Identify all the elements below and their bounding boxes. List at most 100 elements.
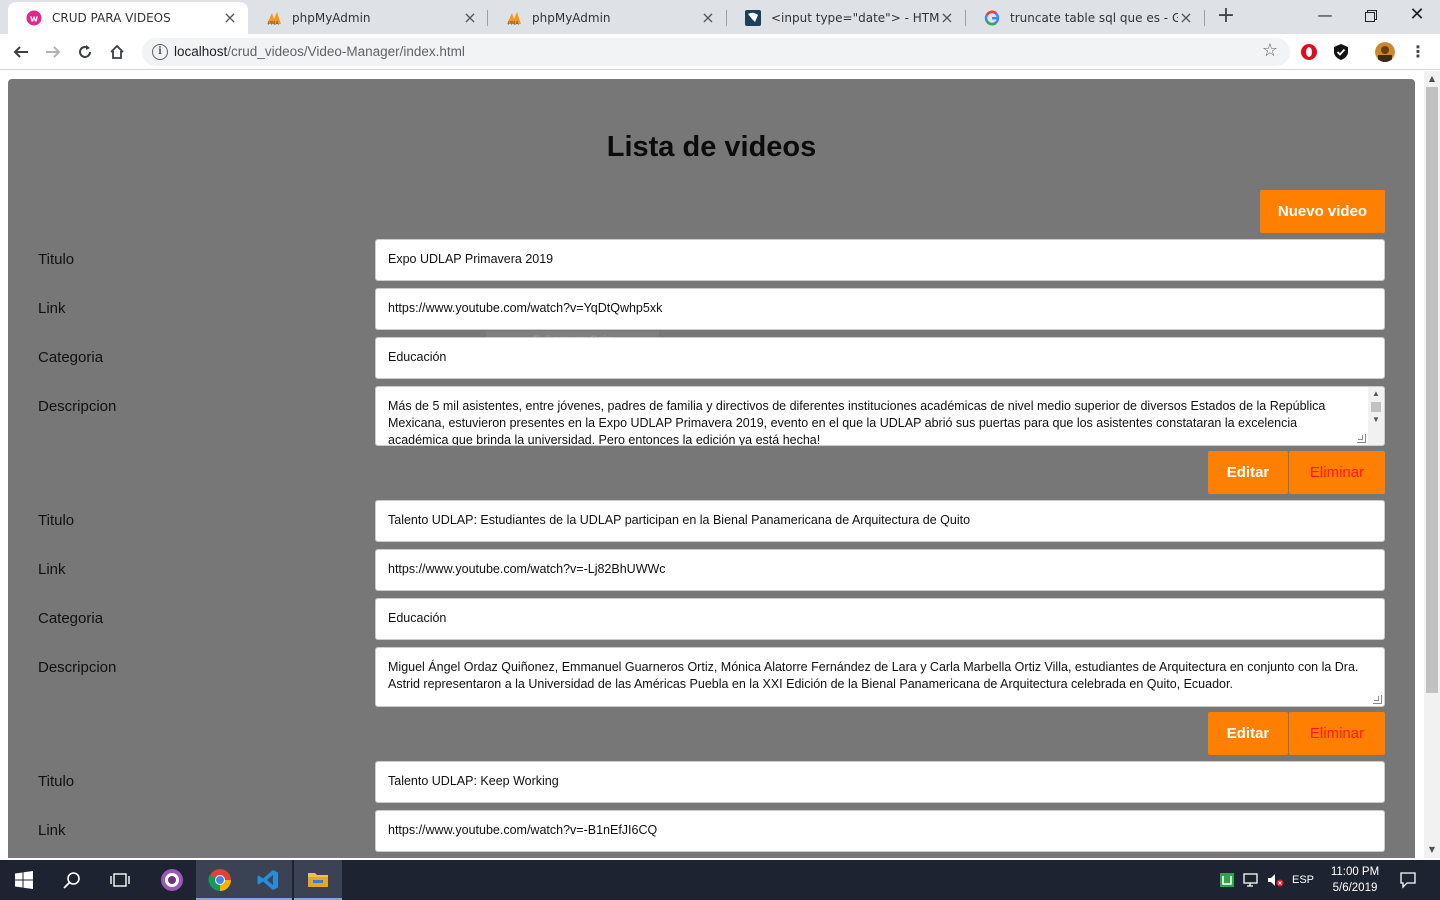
shield-extension-icon[interactable]	[1331, 42, 1351, 62]
browser-tab-strip: w CRUD PARA VIDEOS × PMA phpMyAdmin × PM…	[0, 0, 1440, 34]
tab-mdn-date-input[interactable]: <input type="date"> - HTML: Hy ×	[727, 2, 965, 34]
new-video-button[interactable]: Nuevo video	[1260, 190, 1385, 233]
tab-close-icon[interactable]: ×	[1178, 10, 1194, 26]
scroll-up-arrow-icon[interactable]: ▲	[1368, 387, 1384, 401]
tab-crud-videos[interactable]: w CRUD PARA VIDEOS ×	[8, 2, 248, 34]
link-field[interactable]: https://www.youtube.com/watch?v=YqDtQwhp…	[375, 288, 1385, 330]
video-list-panel: Lista de videos Nuevo video Titulo Expo …	[8, 79, 1415, 858]
tab-google-search[interactable]: truncate table sql que es - Googl ×	[966, 2, 1204, 34]
system-clock[interactable]: 11:00 PM 5/6/2019	[1318, 864, 1392, 896]
phpmyadmin-icon: PMA	[266, 10, 282, 26]
minimize-button[interactable]: —	[1302, 0, 1348, 30]
vscode-taskbar-icon[interactable]	[244, 860, 292, 900]
url-host: localhost	[174, 44, 228, 59]
page-viewport: Lista de videos Nuevo video Titulo Expo …	[0, 71, 1424, 858]
back-arrow-icon[interactable]	[9, 40, 33, 64]
tab-phpmyadmin-1[interactable]: PMA phpMyAdmin ×	[248, 2, 488, 34]
reload-icon[interactable]	[73, 40, 97, 64]
opera-extension-icon[interactable]	[1299, 42, 1319, 62]
site-info-icon[interactable]: i	[152, 44, 168, 60]
gpu-tray-icon[interactable]	[1216, 860, 1238, 900]
svg-text:PMA: PMA	[268, 21, 279, 26]
delete-button[interactable]: Eliminar	[1289, 451, 1385, 494]
svg-text:PMA: PMA	[508, 21, 519, 26]
url-text: localhost/crud_videos/Video-Manager/inde…	[174, 44, 465, 59]
scroll-thumb[interactable]	[1426, 87, 1438, 693]
categoria-field[interactable]: Educación	[375, 598, 1385, 640]
edit-button[interactable]: Editar	[1208, 712, 1288, 755]
scroll-down-arrow-icon[interactable]: ▼	[1424, 842, 1440, 858]
notifications-icon[interactable]	[1394, 860, 1422, 900]
page-scrollbar[interactable]: ▲ ▼	[1424, 71, 1440, 858]
titulo-field[interactable]: Talento UDLAP: Estudiantes de la UDLAP p…	[375, 500, 1385, 542]
google-icon	[984, 10, 1000, 26]
textarea-scrollbar[interactable]: ▲ ▼	[1368, 387, 1384, 445]
resize-handle-icon[interactable]	[1373, 695, 1382, 704]
edit-button[interactable]: Editar	[1208, 451, 1288, 494]
network-tray-icon[interactable]	[1240, 860, 1262, 900]
titulo-field[interactable]: Expo UDLAP Primavera 2019	[375, 239, 1385, 281]
language-indicator[interactable]: ESP	[1288, 860, 1318, 900]
tab-close-icon[interactable]: ×	[462, 10, 478, 26]
delete-button[interactable]: Eliminar	[1289, 712, 1385, 755]
clock-time: 11:00 PM	[1330, 866, 1380, 878]
categoria-label: Categoria	[38, 610, 104, 627]
descripcion-text: Más de 5 mil asistentes, entre jóvenes, …	[388, 399, 1326, 446]
tab-close-icon[interactable]: ×	[939, 10, 955, 26]
browser-toolbar: i localhost/crud_videos/Video-Manager/in…	[0, 34, 1440, 70]
descripcion-label: Descripcion	[38, 398, 117, 415]
scroll-up-arrow-icon[interactable]: ▲	[1424, 71, 1440, 87]
new-tab-button[interactable]: +	[1214, 4, 1238, 28]
tab-close-icon[interactable]: ×	[222, 10, 238, 26]
crud-app-icon: w	[26, 10, 42, 26]
tab-title: CRUD PARA VIDEOS	[52, 11, 171, 25]
purple-app-icon[interactable]	[148, 860, 196, 900]
link-label: Link	[38, 300, 66, 317]
scroll-thumb[interactable]	[1371, 402, 1381, 412]
descripcion-text: Miguel Ángel Ordaz Quiñonez, Emmanuel Gu…	[388, 660, 1359, 691]
url-path: /crud_videos/Video-Manager/index.html	[227, 44, 465, 59]
tab-separator	[1204, 10, 1205, 26]
volume-muted-tray-icon[interactable]	[1264, 860, 1286, 900]
descripcion-textarea[interactable]: Miguel Ángel Ordaz Quiñonez, Emmanuel Gu…	[375, 647, 1385, 707]
tab-phpmyadmin-2[interactable]: PMA phpMyAdmin ×	[488, 2, 726, 34]
phpmyadmin-icon: PMA	[506, 10, 522, 26]
search-icon[interactable]	[48, 860, 96, 900]
scroll-down-arrow-icon[interactable]: ▼	[1368, 413, 1384, 427]
tab-title: truncate table sql que es - Googl	[1010, 11, 1178, 25]
titulo-label: Titulo	[38, 251, 75, 268]
snip-hint: Full-screen Snip	[486, 331, 659, 350]
titulo-field[interactable]: Talento UDLAP: Keep Working	[375, 761, 1385, 803]
address-bar[interactable]: i localhost/crud_videos/Video-Manager/in…	[142, 38, 1290, 66]
close-window-button[interactable]: ✕	[1394, 0, 1440, 30]
menu-kebab-icon[interactable]: ⋮	[1406, 40, 1430, 64]
chrome-taskbar-icon[interactable]	[196, 860, 244, 900]
clock-date: 5/6/2019	[1332, 882, 1378, 894]
page-title: Lista de videos	[606, 131, 817, 163]
descripcion-textarea[interactable]: Más de 5 mil asistentes, entre jóvenes, …	[375, 386, 1385, 446]
link-field[interactable]: https://www.youtube.com/watch?v=-B1nEfJI…	[375, 810, 1385, 852]
link-label: Link	[38, 561, 66, 578]
file-explorer-taskbar-icon[interactable]	[294, 860, 342, 900]
tab-title: phpMyAdmin	[532, 11, 611, 25]
tab-title: <input type="date"> - HTML: Hy	[771, 11, 939, 25]
forward-arrow-icon[interactable]	[41, 40, 65, 64]
windows-start-icon[interactable]	[0, 860, 48, 900]
bookmark-star-icon[interactable]: ☆	[1262, 40, 1278, 61]
categoria-label: Categoria	[38, 349, 104, 366]
link-label: Link	[38, 822, 66, 839]
svg-text:w: w	[30, 15, 38, 25]
task-view-icon[interactable]	[96, 860, 144, 900]
titulo-label: Titulo	[38, 512, 75, 529]
profile-avatar[interactable]	[1375, 42, 1395, 62]
resize-handle-icon[interactable]	[1357, 434, 1366, 443]
mdn-icon	[745, 10, 761, 26]
descripcion-label: Descripcion	[38, 659, 117, 676]
windows-taskbar: ESP 11:00 PM 5/6/2019	[0, 860, 1440, 900]
home-icon[interactable]	[105, 40, 129, 64]
tab-title: phpMyAdmin	[292, 11, 371, 25]
titulo-label: Titulo	[38, 773, 75, 790]
restore-button[interactable]	[1348, 0, 1394, 30]
tab-close-icon[interactable]: ×	[700, 10, 716, 26]
link-field[interactable]: https://www.youtube.com/watch?v=-Lj82BhU…	[375, 549, 1385, 591]
